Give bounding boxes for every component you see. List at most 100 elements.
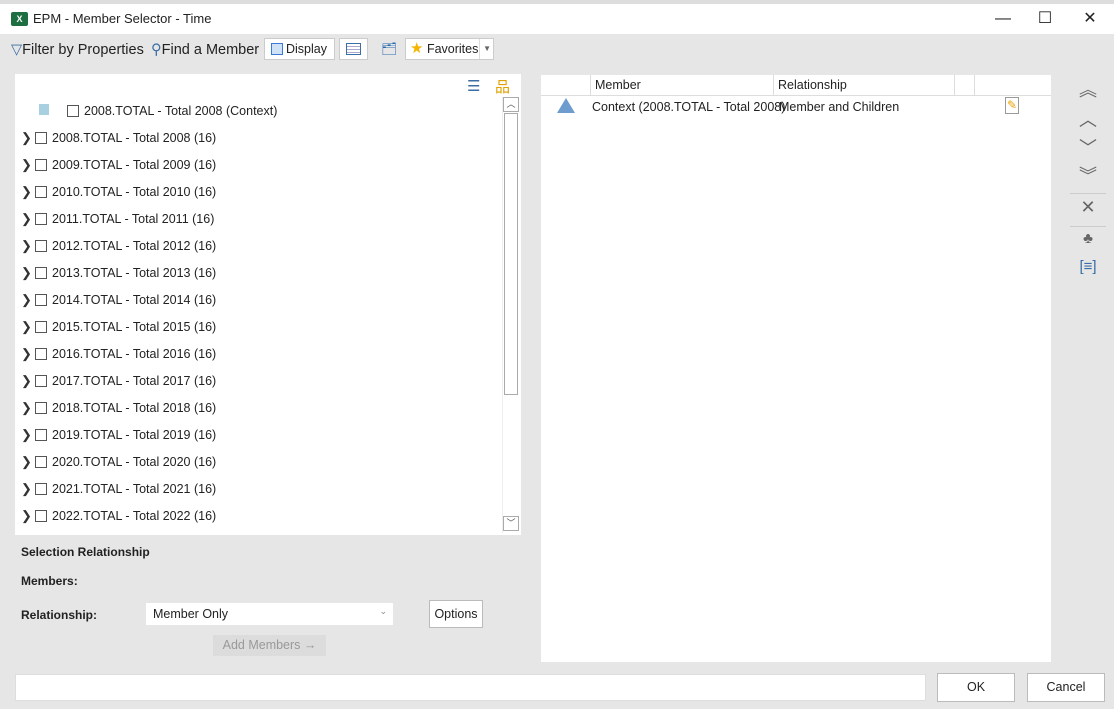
save-selection-icon[interactable]: 🗂 (376, 38, 402, 60)
checkbox[interactable] (35, 375, 47, 387)
chevron-right-icon[interactable]: ❯ (21, 262, 35, 284)
tree-item[interactable]: ❯ 2012.TOTAL - Total 2012 (16) (21, 235, 216, 257)
move-up-icon[interactable]: ︿ (1072, 106, 1104, 132)
close-button[interactable]: ✕ (1067, 6, 1113, 34)
checkbox[interactable] (35, 294, 47, 306)
tree-item[interactable]: ❯ 2016.TOTAL - Total 2016 (16) (21, 343, 216, 365)
list-view-icon[interactable]: ☰ (467, 77, 480, 95)
move-down-icon[interactable]: ﹀ (1072, 134, 1104, 160)
search-icon: ⚲ (151, 42, 162, 58)
tree-item[interactable]: ❯ 2022.TOTAL - Total 2022 (16) (21, 505, 216, 527)
favorites-label: Favorites (426, 42, 479, 56)
column-header-extra[interactable] (955, 75, 975, 96)
tree-item[interactable]: ❯ 2013.TOTAL - Total 2013 (16) (21, 262, 216, 284)
checkbox[interactable] (35, 402, 47, 414)
remove-icon[interactable]: ✕ (1072, 197, 1104, 218)
tree-item[interactable]: ❯ 2017.TOTAL - Total 2017 (16) (21, 370, 216, 392)
display-label: Display (286, 42, 327, 56)
tree-item[interactable]: ❯ 2015.TOTAL - Total 2015 (16) (21, 316, 216, 338)
chevron-right-icon[interactable]: ❯ (21, 478, 35, 500)
member-label: 2016.TOTAL - Total 2016 (16) (52, 347, 217, 361)
star-icon: ★ (410, 40, 424, 57)
filter-by-properties-button[interactable]: ▽Filter by Properties (11, 39, 144, 61)
column-header-member[interactable]: Member (591, 75, 774, 96)
column-header-relationship[interactable]: Relationship (774, 75, 955, 96)
list-bracket-icon[interactable]: [≡] (1072, 258, 1104, 275)
move-to-bottom-icon[interactable]: ︾ (1072, 162, 1104, 188)
tree-item[interactable]: ❯ 2020.TOTAL - Total 2020 (16) (21, 451, 216, 473)
checkbox[interactable] (35, 267, 47, 279)
column-header-icon[interactable] (541, 75, 591, 96)
tree-item[interactable]: ❯ 2018.TOTAL - Total 2018 (16) (21, 397, 216, 419)
chevron-right-icon[interactable]: ❯ (21, 397, 35, 419)
context-member-row[interactable]: 2008.TOTAL - Total 2008 (Context) (39, 100, 277, 122)
tree-item[interactable]: ❯ 2009.TOTAL - Total 2009 (16) (21, 154, 216, 176)
triangle-icon (557, 98, 575, 113)
member-label: 2012.TOTAL - Total 2012 (16) (52, 239, 217, 253)
chevron-right-icon[interactable]: ❯ (21, 424, 35, 446)
member-label: 2022.TOTAL - Total 2022 (16) (52, 509, 217, 523)
tree-item[interactable]: ❯ 2010.TOTAL - Total 2010 (16) (21, 181, 216, 203)
cancel-button[interactable]: Cancel (1027, 673, 1105, 702)
selection-relationship-heading: Selection Relationship (21, 545, 150, 559)
tree-item[interactable]: ❯ 2011.TOTAL - Total 2011 (16) (21, 208, 214, 230)
member-label: 2020.TOTAL - Total 2020 (16) (52, 455, 217, 469)
display-button[interactable]: Display (264, 38, 335, 60)
checkbox[interactable] (35, 321, 47, 333)
dropdown-arrow-icon[interactable]: ▼ (479, 39, 491, 59)
chevron-right-icon[interactable]: ❯ (21, 343, 35, 365)
add-members-button[interactable]: Add Members → (213, 635, 326, 656)
chevron-right-icon[interactable]: ❯ (21, 127, 35, 149)
checkbox[interactable] (35, 456, 47, 468)
chevron-right-icon[interactable]: ❯ (21, 181, 35, 203)
scroll-down-button[interactable]: ﹀ (503, 516, 519, 531)
footer-input[interactable] (15, 674, 926, 701)
checkbox[interactable] (35, 186, 47, 198)
window-title: EPM - Member Selector - Time (33, 11, 212, 26)
hierarchy-view-icon[interactable]: 品 (495, 76, 510, 97)
chevron-right-icon[interactable]: ❯ (21, 235, 35, 257)
chevron-right-icon[interactable]: ❯ (21, 316, 35, 338)
checkbox[interactable] (35, 213, 47, 225)
maximize-button[interactable]: ☐ (1022, 6, 1068, 34)
tree-item[interactable]: ❯ 2021.TOTAL - Total 2021 (16) (21, 478, 216, 500)
chevron-right-icon[interactable]: ❯ (21, 154, 35, 176)
chevron-right-icon[interactable]: ❯ (21, 505, 35, 527)
member-label: 2021.TOTAL - Total 2021 (16) (52, 482, 217, 496)
member-label: 2017.TOTAL - Total 2017 (16) (52, 374, 217, 388)
checkbox[interactable] (35, 159, 47, 171)
tree-item[interactable]: ❯ 2019.TOTAL - Total 2019 (16) (21, 424, 216, 446)
group-icon[interactable]: ♣ (1072, 230, 1104, 247)
tree-item[interactable]: ❯ 2014.TOTAL - Total 2014 (16) (21, 289, 216, 311)
chevron-right-icon[interactable]: ❯ (21, 370, 35, 392)
checkbox[interactable] (35, 348, 47, 360)
checkbox[interactable] (35, 240, 47, 252)
selected-row[interactable]: Context (2008.TOTAL - Total 2008) Member… (541, 96, 1051, 118)
chevron-right-icon[interactable]: ❯ (21, 451, 35, 473)
selected-member: Context (2008.TOTAL - Total 2008) (592, 100, 786, 114)
member-label: 2019.TOTAL - Total 2019 (16) (52, 428, 217, 442)
chevron-right-icon[interactable]: ❯ (21, 208, 35, 230)
move-to-top-icon[interactable]: ︽ (1072, 76, 1104, 102)
chevron-right-icon[interactable]: ❯ (21, 289, 35, 311)
vertical-scrollbar[interactable]: ︿ ﹀ (502, 97, 519, 533)
relationship-select[interactable]: Member Only ⌄ (146, 603, 393, 625)
edit-icon[interactable]: ✎ (1005, 97, 1019, 114)
options-button[interactable]: Options (429, 600, 483, 628)
checkbox[interactable] (35, 510, 47, 522)
member-label: 2015.TOTAL - Total 2015 (16) (52, 320, 217, 334)
checkbox[interactable] (67, 105, 79, 117)
checkbox[interactable] (35, 483, 47, 495)
ok-button[interactable]: OK (937, 673, 1015, 702)
scroll-up-button[interactable]: ︿ (503, 97, 519, 112)
tree-item[interactable]: ❯ 2008.TOTAL - Total 2008 (16) (21, 127, 216, 149)
minimize-button[interactable]: — (980, 6, 1026, 34)
grid-icon (346, 43, 361, 55)
checkbox[interactable] (35, 132, 47, 144)
checkbox[interactable] (35, 429, 47, 441)
properties-grid-button[interactable] (339, 38, 368, 60)
scroll-thumb[interactable] (504, 113, 518, 395)
column-header-edit[interactable] (975, 75, 1051, 96)
find-member-button[interactable]: ⚲Find a Member (151, 39, 259, 61)
favorites-button[interactable]: ★ Favorites ▼ (405, 38, 494, 60)
